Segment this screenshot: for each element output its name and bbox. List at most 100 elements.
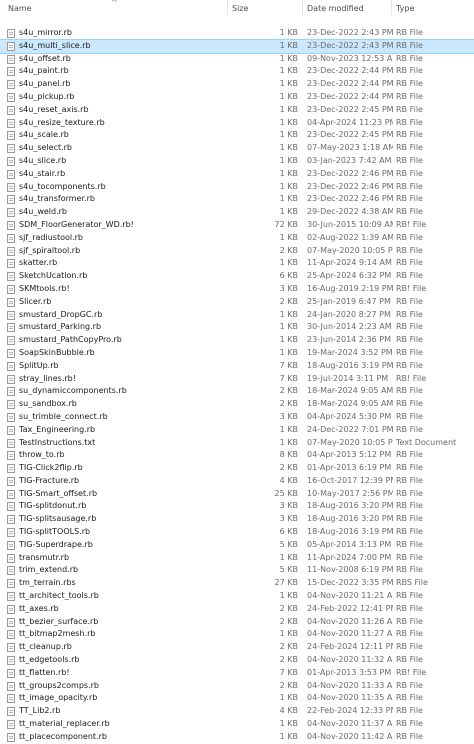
file-row[interactable]: SKMtools.rb! 3 KB 16-Aug-2019 2:19 PM RB! F… — [0, 283, 474, 296]
file-icon — [7, 617, 15, 627]
file-row[interactable]: tt_groups2comps.rb 2 KB 04-Nov-2020 11:33 … — [0, 680, 474, 693]
file-icon — [7, 464, 15, 474]
file-row[interactable]: SoapSkinBubble.rb 1 KB 19-Mar-2024 3:52 PM… — [0, 347, 474, 360]
file-row[interactable]: sjf_radiustool.rb 1 KB 02-Aug-2022 1:39 AM… — [0, 232, 474, 245]
file-row[interactable]: trim_extend.rb 5 KB 11-Nov-2008 6:19 PM RB … — [0, 564, 474, 577]
file-name: su_dynamiccomponents.rb — [19, 386, 127, 396]
file-icon — [7, 656, 15, 666]
column-header-name[interactable]: Name — [8, 4, 32, 13]
file-date-modified: 07-May-2023 1:18 AM — [307, 143, 393, 153]
file-row[interactable]: smustard_DropGC.rb 1 KB 24-Jan-2020 8:27 P… — [0, 309, 474, 322]
file-size: 1 KB — [279, 79, 298, 89]
file-row[interactable]: TIG-Fracture.rb 4 KB 16-Oct-2017 12:39 PM R… — [0, 475, 474, 488]
file-row[interactable]: TIG-Smart_offset.rb 25 KB 10-May-2017 2:56… — [0, 488, 474, 501]
file-row[interactable]: s4u_transformer.rb 1 KB 23-Dec-2022 2:46 P… — [0, 193, 474, 206]
file-row[interactable]: tt_edgetools.rb 2 KB 04-Nov-2020 11:32 AM R… — [0, 654, 474, 667]
sort-ascending-icon[interactable]: ^ — [111, 0, 118, 7]
file-icon — [7, 323, 15, 333]
file-row[interactable]: skatter.rb 1 KB 11-Apr-2024 9:14 AM RB File — [0, 257, 474, 270]
file-row[interactable]: Tax_Engineering.rb 1 KB 24-Dec-2022 7:01 P… — [0, 424, 474, 437]
file-size: 1 KB — [279, 143, 298, 153]
file-row[interactable]: s4u_panel.rb 1 KB 23-Dec-2022 2:44 PM RB Fi… — [0, 78, 474, 91]
file-name: smustard_DropGC.rb — [19, 309, 103, 319]
file-row[interactable]: s4u_reset_axis.rb 1 KB 23-Dec-2022 2:45 PM… — [0, 104, 474, 117]
file-row[interactable]: tt_architect_tools.rb 1 KB 04-Nov-2020 11:… — [0, 590, 474, 603]
file-name: s4u_resize_texture.rb — [19, 117, 105, 127]
file-name: tt_groups2comps.rb — [19, 680, 100, 690]
file-row[interactable]: TIG-splitsausage.rb 3 KB 18-Aug-2016 3:20 … — [0, 513, 474, 526]
column-header-size[interactable]: Size — [232, 4, 248, 13]
file-row[interactable]: TIG-splitTOOLS.rb 6 KB 18-Aug-2016 3:19 PM… — [0, 526, 474, 539]
file-icon — [7, 272, 15, 282]
file-date-modified: 23-Dec-2022 2:46 PM — [307, 181, 393, 191]
column-header-date-modified[interactable]: Date modified — [307, 4, 364, 13]
file-size: 1 KB — [279, 91, 298, 101]
file-type: RB File — [396, 603, 423, 613]
file-row[interactable]: TIG-Click2flip.rb 2 KB 01-Apr-2013 6:19 PM… — [0, 462, 474, 475]
file-row[interactable]: tt_bezier_surface.rb 2 KB 04-Nov-2020 11:2… — [0, 616, 474, 629]
file-row[interactable]: tm_terrain.rbs 27 KB 15-Dec-2022 3:35 PM RB… — [0, 577, 474, 590]
file-type: RB File — [396, 143, 423, 153]
file-name: sjf_radiustool.rb — [19, 232, 83, 242]
file-icon — [7, 451, 15, 461]
file-row[interactable]: TestInstructions.txt 1 KB 07-May-2020 10:0… — [0, 437, 474, 450]
file-row[interactable]: smustard_Parking.rb 1 KB 30-Jun-2014 2:23 … — [0, 321, 474, 334]
file-type: RB File — [396, 693, 423, 703]
file-row[interactable]: s4u_resize_texture.rb 1 KB 04-Apr-2024 11:… — [0, 117, 474, 130]
file-row[interactable]: s4u_tocomponents.rb 1 KB 23-Dec-2022 2:46 … — [0, 181, 474, 194]
file-row[interactable]: s4u_weld.rb 1 KB 29-Dec-2022 4:38 AM RB Fil… — [0, 206, 474, 219]
file-row[interactable]: tt_cleanup.rb 2 KB 24-Feb-2024 12:11 PM RB … — [0, 641, 474, 654]
file-row[interactable]: SplitUp.rb 7 KB 18-Aug-2016 3:19 PM RB File — [0, 360, 474, 373]
file-name: s4u_select.rb — [19, 143, 73, 153]
file-row[interactable]: tt_axes.rb 2 KB 24-Feb-2022 12:41 PM RB Fil… — [0, 603, 474, 616]
file-name: TIG-splitsausage.rb — [19, 514, 97, 524]
file-size: 1 KB — [279, 335, 298, 345]
file-date-modified: 07-May-2020 10:05 PM — [307, 437, 393, 447]
file-row[interactable]: s4u_paint.rb 1 KB 23-Dec-2022 2:44 PM RB Fi… — [0, 65, 474, 78]
file-icon — [7, 540, 15, 550]
file-row[interactable]: throw_to.rb 8 KB 04-Apr-2013 5:12 PM RB Fil… — [0, 449, 474, 462]
file-icon — [7, 92, 15, 102]
file-row[interactable]: TT_Lib2.rb 4 KB 22-Feb-2024 12:33 PM RB Fil… — [0, 705, 474, 718]
file-type: RB File — [396, 245, 423, 255]
file-row[interactable]: tt_placecomponent.rb 1 KB 04-Nov-2020 11:4… — [0, 731, 474, 744]
file-icon — [7, 732, 15, 742]
file-row[interactable]: sjf_spiraltool.rb 2 KB 07-May-2020 10:05 P… — [0, 245, 474, 258]
file-row[interactable]: su_dynamiccomponents.rb 2 KB 18-Mar-2024 9… — [0, 385, 474, 398]
column-divider[interactable] — [302, 0, 303, 15]
file-name: s4u_panel.rb — [19, 79, 71, 89]
file-row[interactable]: su_trimble_connect.rb 3 KB 04-Apr-2024 5:3… — [0, 411, 474, 424]
file-row[interactable]: SketchUcation.rb 6 KB 25-Apr-2024 6:32 PM R… — [0, 270, 474, 283]
file-icon — [7, 246, 15, 256]
file-row[interactable]: stray_lines.rb! 7 KB 19-Jul-2014 3:11 PM RB… — [0, 373, 474, 386]
file-row[interactable]: tt_material_replacer.rb 1 KB 04-Nov-2020 1… — [0, 718, 474, 731]
file-row[interactable]: tt_bitmap2mesh.rb 1 KB 04-Nov-2020 11:27 A… — [0, 628, 474, 641]
file-row[interactable]: TIG-Superdrape.rb 5 KB 05-Apr-2014 3:13 PM… — [0, 539, 474, 552]
column-divider[interactable] — [391, 0, 392, 15]
file-name: smustard_PathCopyPro.rb — [19, 335, 122, 345]
file-name: s4u_reset_axis.rb — [19, 104, 89, 114]
file-row[interactable]: transmutr.rb 1 KB 11-Apr-2024 7:00 PM RB Fi… — [0, 552, 474, 565]
file-row[interactable]: s4u_scale.rb 1 KB 23-Dec-2022 2:45 PM RB Fi… — [0, 129, 474, 142]
file-row[interactable]: s4u_select.rb 1 KB 07-May-2023 1:18 AM RB F… — [0, 142, 474, 155]
file-type: RB File — [396, 539, 423, 549]
file-row[interactable]: s4u_offset.rb 1 KB 09-Nov-2023 12:53 AM RB … — [0, 53, 474, 66]
file-row[interactable]: s4u_multi_slice.rb 1 KB 23-Dec-2022 2:43 P… — [0, 38, 474, 54]
file-row[interactable]: tt_image_opacity.rb 1 KB 04-Nov-2020 11:35… — [0, 692, 474, 705]
column-divider[interactable] — [227, 0, 228, 15]
file-row[interactable]: s4u_slice.rb 1 KB 03-Jan-2023 7:42 AM RB Fi… — [0, 155, 474, 168]
file-row[interactable]: Slicer.rb 2 KB 25-Jan-2019 6:47 PM RB File — [0, 296, 474, 309]
file-row[interactable]: s4u_pickup.rb 1 KB 23-Dec-2022 2:44 PM RB F… — [0, 91, 474, 104]
file-name: s4u_paint.rb — [19, 66, 69, 76]
file-row[interactable]: s4u_stair.rb 1 KB 23-Dec-2022 2:46 PM RB Fi… — [0, 168, 474, 181]
column-header-type[interactable]: Type — [396, 4, 414, 13]
file-size: 2 KB — [279, 616, 298, 626]
file-row[interactable]: TIG-splitdonut.rb 3 KB 18-Aug-2016 3:20 PM… — [0, 500, 474, 513]
file-row[interactable]: smustard_PathCopyPro.rb 1 KB 23-Jun-2014 2… — [0, 334, 474, 347]
file-type: RB File — [396, 232, 423, 242]
file-row[interactable]: s4u_mirror.rb 1 KB 23-Dec-2022 2:43 PM RB F… — [0, 27, 474, 40]
file-row[interactable]: su_sandbox.rb 2 KB 18-Mar-2024 9:05 AM RB F… — [0, 398, 474, 411]
file-row[interactable]: tt_flatten.rb! 7 KB 01-Apr-2013 3:53 PM RB!… — [0, 667, 474, 680]
file-row[interactable]: SDM_FloorGenerator_WD.rb! 72 KB 30-Jun-201… — [0, 219, 474, 232]
file-date-modified: 23-Dec-2022 2:44 PM — [307, 66, 393, 76]
